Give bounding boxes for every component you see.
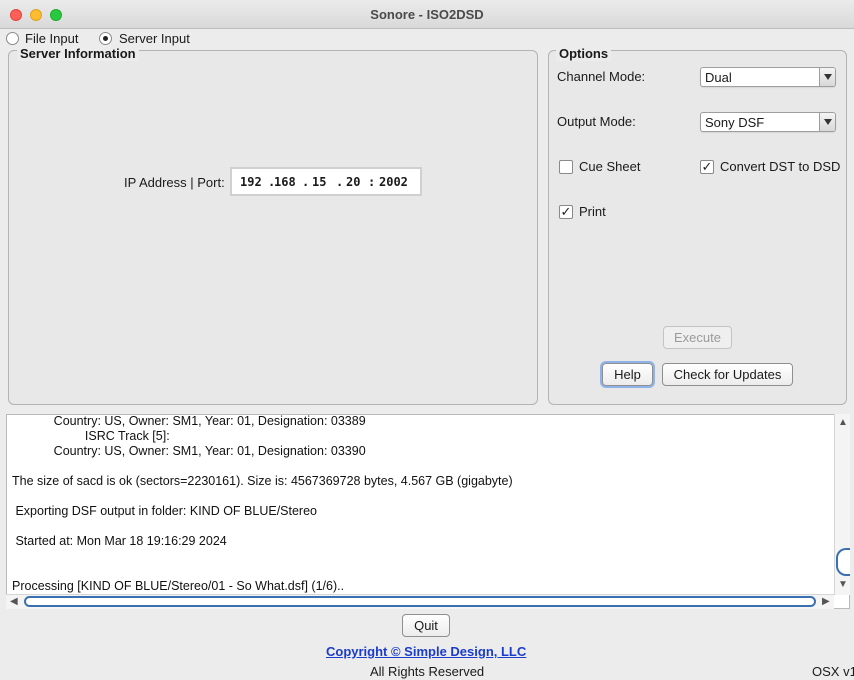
os-version-text: OSX v1 bbox=[812, 664, 854, 679]
chevron-down-icon bbox=[819, 113, 835, 131]
vertical-scroll-thumb[interactable] bbox=[836, 548, 850, 576]
channel-mode-select[interactable]: Dual bbox=[700, 67, 836, 87]
channel-mode-value: Dual bbox=[705, 70, 732, 85]
window-title: Sonore - ISO2DSD bbox=[370, 7, 484, 22]
port-value[interactable]: 2002 bbox=[379, 175, 408, 189]
options-legend: Options bbox=[556, 47, 612, 61]
ip-port-label: IP Address | Port: bbox=[124, 175, 225, 190]
output-mode-label: Output Mode: bbox=[557, 114, 636, 129]
convert-dst-label[interactable]: Convert DST to DSD bbox=[720, 159, 840, 174]
print-label[interactable]: Print bbox=[579, 204, 606, 219]
server-information-legend: Server Information bbox=[17, 47, 139, 61]
log-line: Exporting DSF output in folder: KIND OF … bbox=[12, 504, 317, 518]
ip-octet-1[interactable]: 192 bbox=[240, 175, 262, 189]
log-line: Country: US, Owner: SM1, Year: 01, Desig… bbox=[12, 414, 366, 428]
rights-text: All Rights Reserved bbox=[370, 664, 485, 679]
scroll-left-icon[interactable]: ◀ bbox=[10, 596, 18, 607]
server-information-panel bbox=[8, 50, 538, 405]
chevron-down-icon bbox=[819, 68, 835, 86]
file-input-radio[interactable] bbox=[6, 32, 19, 45]
options-panel bbox=[548, 50, 847, 405]
scroll-right-icon[interactable]: ▶ bbox=[822, 596, 830, 607]
ip-address-field[interactable]: 192 . 168 . 15 . 20 : 2002 bbox=[230, 167, 422, 196]
ip-dot: . bbox=[302, 175, 310, 189]
log-line: Started at: Mon Mar 18 19:16:29 2024 bbox=[12, 534, 227, 548]
channel-mode-label: Channel Mode: bbox=[557, 69, 646, 84]
server-input-label[interactable]: Server Input bbox=[119, 31, 190, 46]
check-for-updates-button[interactable]: Check for Updates bbox=[662, 363, 793, 386]
horizontal-scroll-thumb[interactable] bbox=[24, 596, 816, 607]
cue-sheet-label[interactable]: Cue Sheet bbox=[579, 159, 640, 174]
quit-button[interactable]: Quit bbox=[402, 614, 450, 637]
copyright-link[interactable]: Copyright © Simple Design, LLC bbox=[326, 644, 526, 659]
ip-octet-3[interactable]: 15 bbox=[312, 175, 326, 189]
server-input-radio[interactable] bbox=[99, 32, 112, 45]
port-separator: : bbox=[368, 175, 376, 189]
scroll-up-icon[interactable]: ▲ bbox=[838, 417, 848, 428]
ip-octet-4[interactable]: 20 bbox=[346, 175, 360, 189]
help-button[interactable]: Help bbox=[602, 363, 653, 386]
ip-dot: . bbox=[336, 175, 344, 189]
scroll-down-icon[interactable]: ▼ bbox=[838, 579, 848, 590]
output-mode-value: Sony DSF bbox=[705, 115, 765, 130]
output-mode-select[interactable]: Sony DSF bbox=[700, 112, 836, 132]
file-input-label[interactable]: File Input bbox=[25, 31, 78, 46]
ip-octet-2[interactable]: 168 bbox=[274, 175, 296, 189]
convert-dst-checkbox[interactable]: ✓ bbox=[700, 160, 714, 174]
cue-sheet-checkbox[interactable] bbox=[559, 160, 573, 174]
log-line: Processing [KIND OF BLUE/Stereo/01 - So … bbox=[12, 579, 345, 593]
log-line: ISRC Track [5]: bbox=[12, 429, 170, 443]
log-line: Country: US, Owner: SM1, Year: 01, Desig… bbox=[12, 444, 366, 458]
execute-button[interactable]: Execute bbox=[663, 326, 732, 349]
log-line: The size of sacd is ok (sectors=2230161)… bbox=[12, 474, 513, 488]
print-checkbox[interactable]: ✓ bbox=[559, 205, 573, 219]
